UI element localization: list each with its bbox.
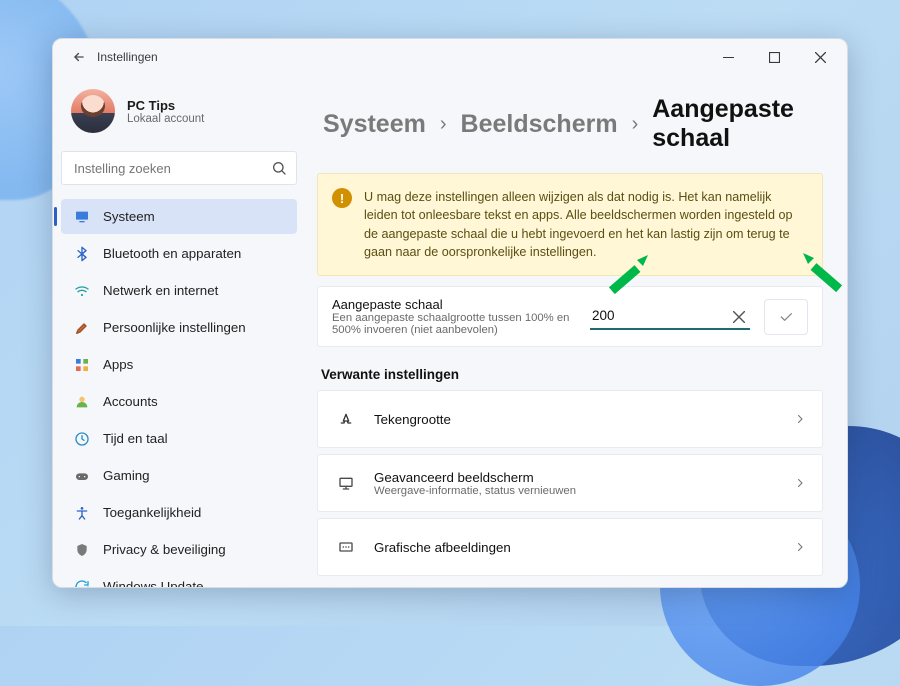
related-item-monitor[interactable]: Geavanceerd beeldschermWeergave-informat… xyxy=(317,454,823,512)
close-button[interactable] xyxy=(797,39,843,75)
display-icon xyxy=(73,208,91,226)
sidebar-item-label: Persoonlijke instellingen xyxy=(103,320,246,335)
scale-input[interactable] xyxy=(590,304,750,330)
confirm-scale-button[interactable] xyxy=(764,299,808,335)
sidebar-item-label: Netwerk en internet xyxy=(103,283,218,298)
scale-title: Aangepaste schaal xyxy=(332,297,576,312)
user-name: PC Tips xyxy=(127,98,204,113)
sidebar-item-apps[interactable]: Apps xyxy=(61,347,297,382)
sidebar-item-clock[interactable]: Tijd en taal xyxy=(61,421,297,456)
card-title: Tekengrootte xyxy=(374,412,778,427)
warning-icon: ! xyxy=(332,188,352,208)
crumb-systeem[interactable]: Systeem xyxy=(323,110,426,139)
page-title: Aangepaste schaal xyxy=(652,95,817,153)
sidebar-item-gaming[interactable]: Gaming xyxy=(61,458,297,493)
avatar xyxy=(71,89,115,133)
scale-input-wrap xyxy=(590,304,750,330)
search-box xyxy=(61,151,297,185)
scale-subtitle: Een aangepaste schaalgrootte tussen 100%… xyxy=(332,312,576,336)
sidebar: PC Tips Lokaal account Systeem Bluetooth … xyxy=(53,75,305,587)
maximize-icon xyxy=(769,52,780,63)
sidebar-item-privacy[interactable]: Privacy & beveiliging xyxy=(61,532,297,567)
related-item-graphics[interactable]: Grafische afbeeldingen xyxy=(317,518,823,576)
related-item-text[interactable]: Tekengrootte xyxy=(317,390,823,448)
sidebar-item-label: Privacy & beveiliging xyxy=(103,542,226,557)
custom-scale-panel: Aangepaste schaal Een aangepaste schaalg… xyxy=(317,286,823,347)
chevron-right-icon: › xyxy=(440,114,447,134)
sidebar-item-label: Gaming xyxy=(103,468,150,483)
bluetooth-icon xyxy=(73,245,91,263)
update-icon xyxy=(73,578,91,589)
minimize-icon xyxy=(723,52,734,63)
account-icon xyxy=(73,393,91,411)
crumb-beeldscherm[interactable]: Beeldscherm xyxy=(461,110,618,139)
nav-list: Systeem Bluetooth en apparaten Netwerk en … xyxy=(61,199,297,588)
sidebar-item-display[interactable]: Systeem xyxy=(61,199,297,234)
close-icon xyxy=(815,52,826,63)
sidebar-item-access[interactable]: Toegankelijkheid xyxy=(61,495,297,530)
privacy-icon xyxy=(73,541,91,559)
main-pane: Systeem › Beeldscherm › Aangepaste schaa… xyxy=(305,75,847,587)
search-input[interactable] xyxy=(61,151,297,185)
sidebar-item-label: Accounts xyxy=(103,394,158,409)
apps-icon xyxy=(73,356,91,374)
breadcrumb: Systeem › Beeldscherm › Aangepaste schaa… xyxy=(317,79,823,163)
chevron-right-icon xyxy=(794,541,806,553)
clock-icon xyxy=(73,430,91,448)
x-icon xyxy=(733,311,745,323)
chevron-right-icon: › xyxy=(632,114,639,134)
chevron-right-icon xyxy=(794,477,806,489)
sidebar-item-label: Toegankelijkheid xyxy=(103,505,201,520)
account-block[interactable]: PC Tips Lokaal account xyxy=(61,79,297,147)
sidebar-item-label: Systeem xyxy=(103,209,155,224)
user-sub: Lokaal account xyxy=(127,113,204,125)
sidebar-item-brush[interactable]: Persoonlijke instellingen xyxy=(61,310,297,345)
clear-input-button[interactable] xyxy=(730,308,748,326)
text-icon xyxy=(334,411,358,427)
minimize-button[interactable] xyxy=(705,39,751,75)
sidebar-item-label: Windows Update xyxy=(103,579,204,588)
sidebar-item-wifi[interactable]: Netwerk en internet xyxy=(61,273,297,308)
graphics-icon xyxy=(334,539,358,555)
sidebar-item-label: Bluetooth en apparaten xyxy=(103,246,241,261)
chevron-right-icon xyxy=(794,413,806,425)
sidebar-item-update[interactable]: Windows Update xyxy=(61,569,297,588)
monitor-icon xyxy=(334,475,358,491)
card-title: Grafische afbeeldingen xyxy=(374,540,778,555)
sidebar-item-bluetooth[interactable]: Bluetooth en apparaten xyxy=(61,236,297,271)
settings-window: Instellingen PC Tips Lokaal account xyxy=(52,38,848,588)
maximize-button[interactable] xyxy=(751,39,797,75)
gaming-icon xyxy=(73,467,91,485)
app-title: Instellingen xyxy=(97,50,158,64)
check-icon xyxy=(778,309,794,325)
wifi-icon xyxy=(73,282,91,300)
sidebar-item-label: Apps xyxy=(103,357,133,372)
sidebar-item-label: Tijd en taal xyxy=(103,431,168,446)
card-subtitle: Weergave-informatie, status vernieuwen xyxy=(374,485,778,497)
card-title: Geavanceerd beeldscherm xyxy=(374,470,778,485)
arrow-left-icon xyxy=(72,50,86,64)
related-section-title: Verwante instellingen xyxy=(321,367,823,382)
back-button[interactable] xyxy=(61,39,97,75)
access-icon xyxy=(73,504,91,522)
titlebar: Instellingen xyxy=(53,39,847,75)
brush-icon xyxy=(73,319,91,337)
warning-text: U mag deze instellingen alleen wijzigen … xyxy=(364,188,804,261)
warning-banner: ! U mag deze instellingen alleen wijzige… xyxy=(317,173,823,276)
sidebar-item-account[interactable]: Accounts xyxy=(61,384,297,419)
